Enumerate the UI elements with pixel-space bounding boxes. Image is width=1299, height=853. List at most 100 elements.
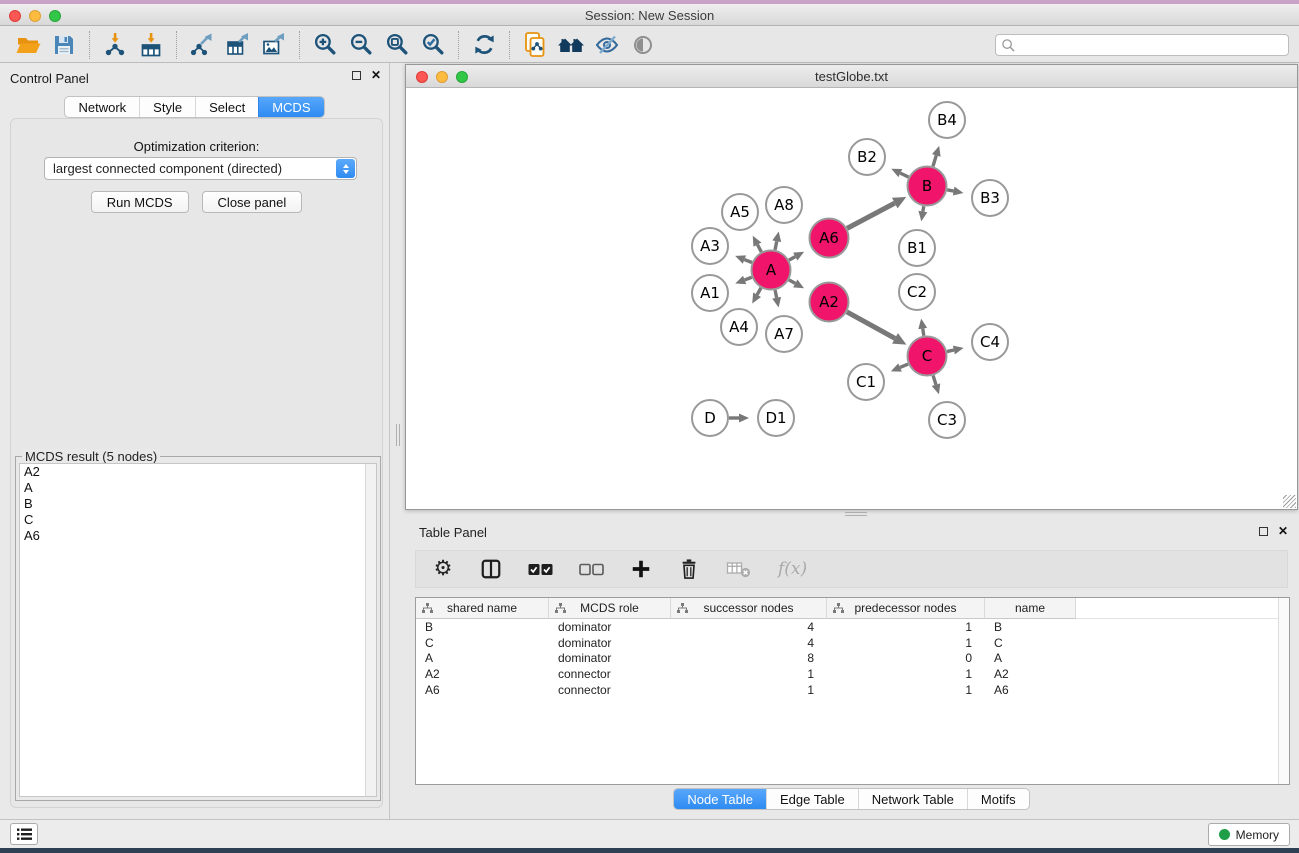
graph-edge-arrowhead [772,231,781,242]
table-row[interactable]: Bdominator41B [416,619,1289,635]
graph-edge-C-C1[interactable] [900,364,908,367]
close-panel-icon[interactable]: ✕ [371,70,381,80]
unchecked-boxes-icon [579,563,604,576]
criterion-dropdown[interactable]: largest connected component (directed) [44,157,357,180]
criterion-value: largest connected component (directed) [53,161,282,176]
graph-edge-A-A7[interactable] [775,290,777,298]
graph-node-label: B2 [857,148,877,166]
zoom-fit-button[interactable] [379,30,415,60]
tab-network-table[interactable]: Network Table [858,789,967,809]
horizontal-splitter-handle[interactable] [845,512,867,518]
delete-column-button[interactable] [678,556,700,582]
memory-status-icon [1219,829,1230,840]
table-settings-button[interactable]: ⚙ [432,556,454,582]
mcds-result-item[interactable]: A6 [20,528,376,544]
hide-elements-button[interactable] [589,30,625,60]
export-network-button[interactable] [184,30,220,60]
graph-edge-A-A6[interactable] [789,257,795,260]
table-row[interactable]: A2connector11A2 [416,666,1289,682]
mcds-list-scrollbar[interactable] [365,464,376,796]
graph-edge-arrowhead [918,319,927,330]
table-row[interactable]: A6connector11A6 [416,682,1289,698]
graph-edge-C-C2[interactable] [923,329,924,336]
tab-mcds[interactable]: MCDS [258,97,323,117]
graph-edge-A-A1[interactable] [745,277,752,280]
graph-edge-A-A5[interactable] [757,245,761,252]
open-file-button[interactable] [10,30,46,60]
mcds-result-item[interactable]: A [20,480,376,496]
export-network-icon [189,32,215,58]
search-input[interactable] [1016,36,1288,54]
float-panel-icon[interactable] [352,71,361,80]
tab-node-table[interactable]: Node Table [674,789,766,809]
graph-edge-A2-C[interactable] [847,312,895,338]
mcds-result-item[interactable]: A2 [20,464,376,480]
graph-edge-A-A3[interactable] [744,260,751,263]
tab-motifs[interactable]: Motifs [967,789,1029,809]
graph-edge-B-B3[interactable] [947,190,954,191]
cybrowser-home-button[interactable] [553,30,589,60]
table-row[interactable]: Cdominator41C [416,635,1289,651]
column-header-shared-name[interactable]: shared name [416,598,549,619]
show-columns-button[interactable] [480,556,502,582]
graph-edge-C-C3[interactable] [933,376,936,385]
table-toolbar: ⚙ [415,550,1288,588]
column-header-name[interactable]: name [985,598,1076,619]
create-column-button[interactable] [630,556,652,582]
mcds-result-item[interactable]: C [20,512,376,528]
vertical-splitter-handle[interactable] [394,424,402,446]
export-table-button[interactable] [220,30,256,60]
console-button[interactable] [10,823,38,845]
graph-edge-A-A8[interactable] [775,241,777,250]
function-builder-button[interactable]: f(x) [778,556,807,582]
graph-node-label: A8 [774,196,794,214]
import-table-button[interactable] [133,30,169,60]
float-table-panel-icon[interactable] [1259,527,1268,536]
zoom-out-button[interactable] [343,30,379,60]
mcds-result-item[interactable]: B [20,496,376,512]
run-mcds-button[interactable]: Run MCDS [91,191,189,213]
graph-edge-B-B2[interactable] [900,173,908,177]
table-row[interactable]: Adominator80A [416,650,1289,666]
graph-edge-A-A4[interactable] [757,288,761,295]
graph-edge-A6-B[interactable] [847,203,895,228]
tab-style[interactable]: Style [139,97,195,117]
graph-edge-arrowhead [932,146,941,157]
close-panel-button[interactable]: Close panel [202,191,303,213]
graph-edge-B-B4[interactable] [933,155,936,166]
toolbar-separator [299,31,300,59]
graph-edge-A-A2[interactable] [789,280,795,283]
import-network-button[interactable] [97,30,133,60]
double-house-icon [557,33,585,57]
export-image-icon [261,32,287,58]
tab-select[interactable]: Select [195,97,258,117]
graph-edge-C-C4[interactable] [947,350,954,352]
cell-predecessor_nodes: 1 [827,667,985,681]
unselect-all-columns-button[interactable] [579,556,604,582]
column-header-predecessor-nodes[interactable]: predecessor nodes [827,598,985,619]
close-table-panel-icon[interactable]: ✕ [1278,526,1288,536]
select-all-columns-button[interactable] [528,556,553,582]
memory-button[interactable]: Memory [1208,823,1290,846]
delete-table-button[interactable] [726,556,752,582]
zoom-in-button[interactable] [307,30,343,60]
apply-layout-button[interactable] [466,30,502,60]
window-resize-grip[interactable] [1283,495,1296,508]
show-elements-button[interactable] [625,30,661,60]
status-bar: Memory [0,819,1299,848]
cell-name: B [985,620,1076,634]
save-session-button[interactable] [46,30,82,60]
network-canvas[interactable]: AA6A2BCA1A3A4A5A7A8B1B2B3B4C1C2C3C4DD1 [406,88,1297,509]
tab-network[interactable]: Network [65,97,139,117]
search-field[interactable] [995,34,1289,56]
column-header-mcds-role[interactable]: MCDS role [549,598,671,619]
export-image-button[interactable] [256,30,292,60]
network-from-selection-button[interactable] [517,30,553,60]
graph-node-label: B3 [980,189,1000,207]
graph-edge-B-B1[interactable] [923,206,924,211]
dropdown-stepper-icon [336,159,355,178]
table-scrollbar[interactable] [1278,598,1289,784]
column-header-successor-nodes[interactable]: successor nodes [671,598,827,619]
zoom-selected-button[interactable] [415,30,451,60]
tab-edge-table[interactable]: Edge Table [766,789,858,809]
